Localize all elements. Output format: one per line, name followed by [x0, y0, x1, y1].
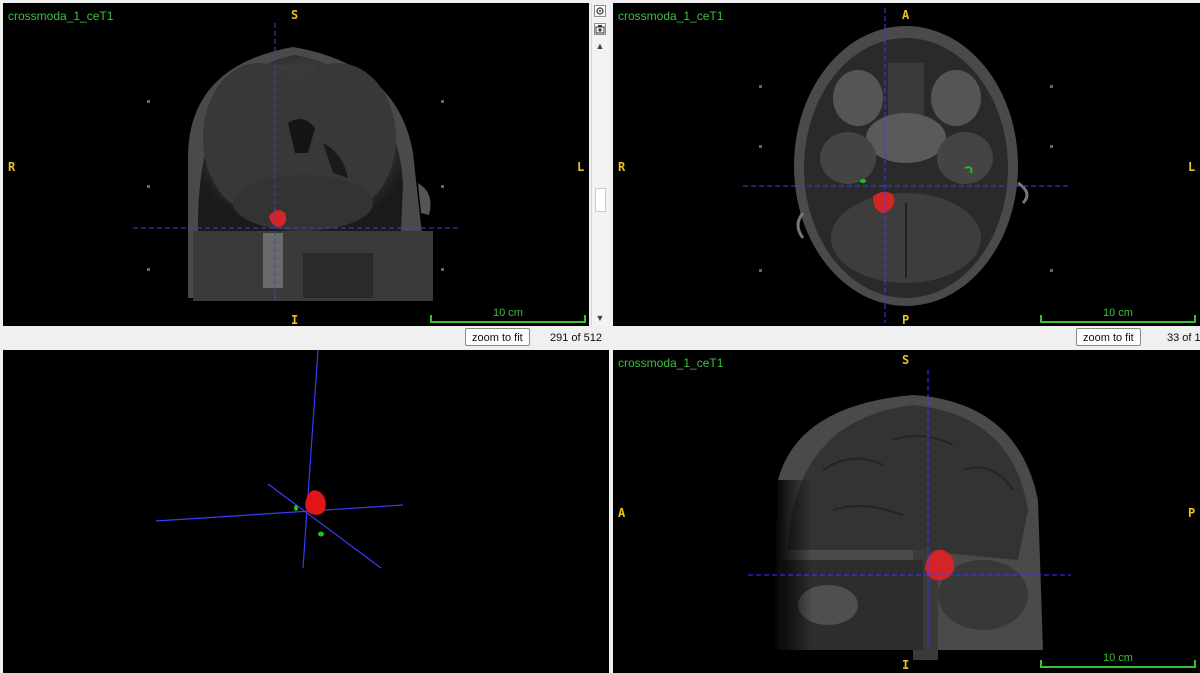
orientation-bottom: I: [291, 313, 299, 326]
axial-mri-slice: [743, 8, 1068, 323]
view-title: crossmoda_1_ceT1: [8, 9, 114, 23]
orientation-bottom: P: [902, 313, 910, 326]
scale-bar: 10 cm: [1040, 307, 1196, 323]
scale-bar: 10 cm: [1040, 652, 1196, 668]
slice-scrollbar[interactable]: ▲ ▼: [591, 3, 609, 326]
scale-bar: 10 cm: [430, 307, 586, 323]
3d-axis-line: [155, 504, 404, 522]
orientation-top: S: [291, 8, 299, 22]
slice-counter: 33 of 1: [1167, 332, 1200, 344]
slice-counter: 291 of 512: [550, 332, 602, 344]
3d-render-view[interactable]: [3, 350, 609, 673]
orientation-left: R: [618, 160, 626, 174]
zoom-to-fit-button[interactable]: zoom to fit: [465, 328, 530, 346]
sagittal-mri-slice: [748, 370, 1071, 660]
cochlea-3d: [318, 531, 324, 537]
scrollbar-thumb[interactable]: [595, 188, 606, 212]
view-title: crossmoda_1_ceT1: [618, 356, 724, 370]
axial-view[interactable]: crossmoda_1_ceT1 A P R L 10 cm: [613, 3, 1200, 326]
zoom-to-fit-button[interactable]: zoom to fit: [1076, 328, 1141, 346]
scale-bar-label: 10 cm: [493, 307, 523, 319]
scroll-up-arrow[interactable]: ▲: [592, 41, 608, 51]
camera-icon[interactable]: [594, 23, 606, 35]
settings-icon[interactable]: [594, 5, 606, 17]
orientation-bottom: I: [902, 658, 910, 672]
view-title: crossmoda_1_ceT1: [618, 9, 724, 23]
orientation-right: P: [1188, 506, 1196, 520]
3d-axis-line: [267, 483, 382, 569]
cochlea-segmentation: [860, 179, 866, 183]
cochlea-3d: [294, 505, 298, 511]
3d-axis-line: [302, 350, 319, 569]
scroll-down-arrow[interactable]: ▼: [592, 313, 608, 323]
orientation-top: S: [902, 353, 910, 367]
3d-scene: [155, 350, 404, 569]
orientation-right: L: [577, 160, 585, 174]
orientation-right: L: [1188, 160, 1196, 174]
orientation-left: A: [618, 506, 626, 520]
coronal-mri-slice: [133, 23, 458, 303]
scale-bar-label: 10 cm: [1103, 652, 1133, 664]
orientation-top: A: [902, 8, 910, 22]
orientation-left: R: [8, 160, 16, 174]
coronal-view[interactable]: crossmoda_1_ceT1 S I R L 10 cm: [3, 3, 589, 326]
scale-bar-label: 10 cm: [1103, 307, 1133, 319]
sagittal-view[interactable]: crossmoda_1_ceT1 S I A P 10 cm: [613, 350, 1200, 673]
